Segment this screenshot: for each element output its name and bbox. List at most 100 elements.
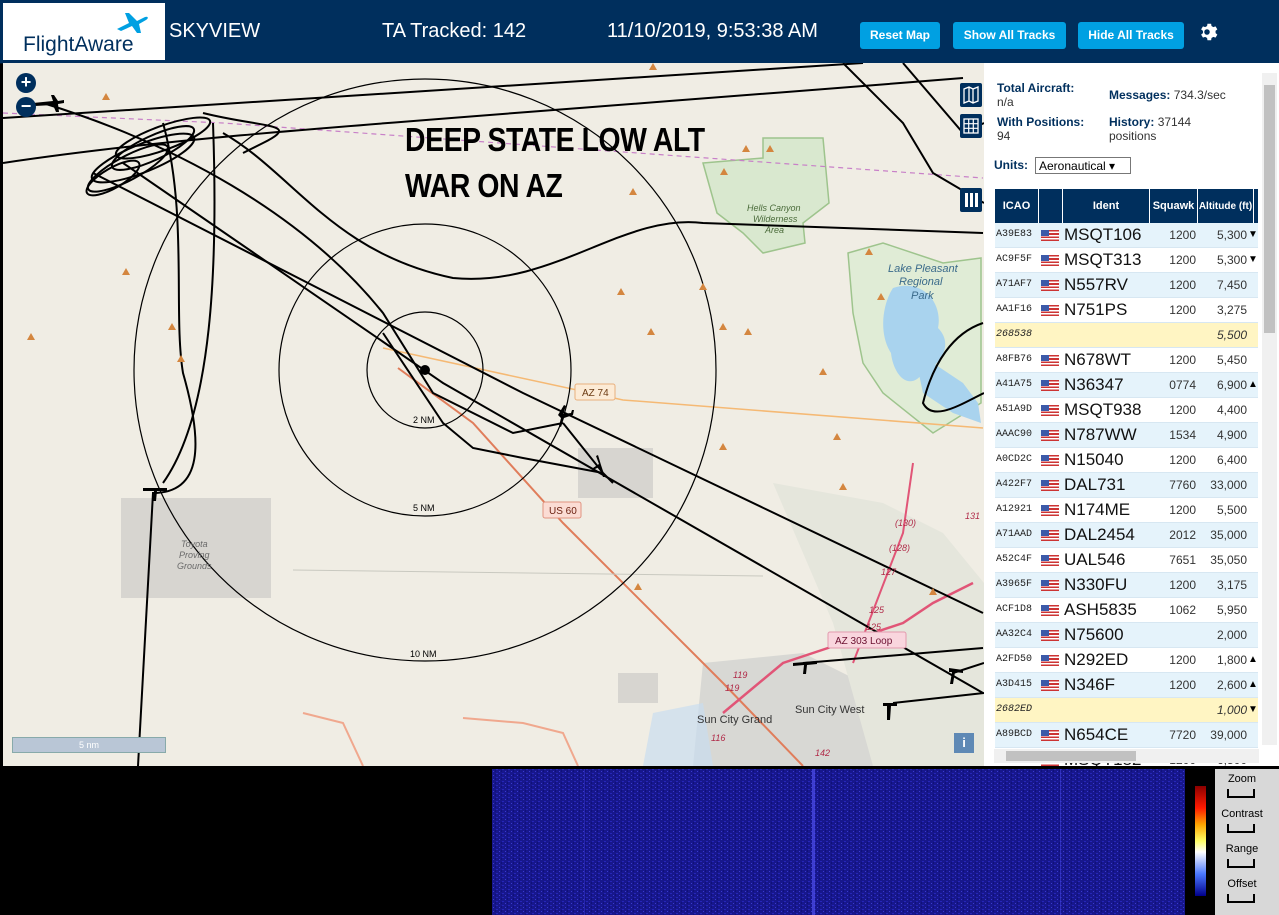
grid-icon[interactable] [960,114,982,138]
table-row[interactable]: A3D415 N346F 1200 2,600 ▲ [995,673,1258,698]
altitude-cell: 7,450 [1216,278,1247,292]
icao-cell: AA1F16 [996,304,1033,315]
icao-cell: A422F7 [996,479,1033,490]
zoom-in-button[interactable]: + [16,73,36,93]
show-all-tracks-button[interactable]: Show All Tracks [953,22,1066,49]
icao-cell: A3D415 [996,679,1033,690]
ident-cell: UAL546 [1064,550,1126,569]
svg-text:Hells Canyon: Hells Canyon [747,203,801,213]
columns-icon[interactable] [960,188,982,212]
us-flag-icon [1041,505,1059,516]
flag-cell [1041,648,1061,672]
range-slider[interactable] [1227,859,1255,868]
icao-cell: A0CD2C [996,454,1033,465]
svg-text:119: 119 [725,683,739,693]
table-row[interactable]: A39E83 MSQT106 1200 5,300 ▼ [995,223,1258,248]
col-flag[interactable] [1039,189,1063,223]
table-row[interactable]: A51A9D MSQT938 1200 4,400 [995,398,1258,423]
svg-text:119: 119 [733,670,747,680]
road-label-az74: AZ 74 [582,388,609,399]
table-row[interactable]: AA1F16 N751PS 1200 3,275 [995,298,1258,323]
reset-map-button[interactable]: Reset Map [860,22,940,49]
ring-label-5nm: 5 NM [413,503,435,513]
altitude-cell: 5,300 [1216,228,1247,242]
gear-icon[interactable] [1196,21,1218,43]
squawk-cell: 1200 [1169,453,1196,467]
squawk-cell: 7720 [1169,728,1196,742]
col-icao[interactable]: ICAO [995,189,1039,223]
flag-cell [1041,248,1061,272]
squawk-cell: 1200 [1169,403,1196,417]
ident-cell: N557RV [1064,275,1128,294]
table-row[interactable]: A3965F N330FU 1200 3,175 [995,573,1258,598]
flag-cell [1041,498,1061,522]
col-altitude[interactable]: Altitude (ft) [1198,189,1254,223]
table-row[interactable]: A422F7 DAL731 7760 33,000 [995,473,1258,498]
altitude-trend-icon [1248,548,1258,572]
vertical-scrollbar[interactable] [1262,73,1277,745]
with-positions-stat: With Positions: 94 [997,115,1085,143]
us-flag-icon [1041,580,1059,591]
squawk-cell: 1200 [1169,653,1196,667]
altitude-cell: 39,000 [1210,728,1247,742]
svg-text:125: 125 [866,622,882,632]
units-select[interactable]: Aeronautical ▾ [1035,157,1131,174]
ident-cell: MSQT313 [1064,250,1142,269]
table-row[interactable]: A89BCD N654CE 7720 39,000 [995,723,1258,748]
messages-stat: Messages: 734.3/sec [1109,88,1226,102]
table-row[interactable]: AC9F5F MSQT313 1200 5,300 ▼ [995,248,1258,273]
table-row[interactable]: AA32C4 N75600 2,000 [995,623,1258,648]
offset-slider[interactable] [1227,894,1255,903]
table-row[interactable]: 268538 5,500 [995,323,1258,348]
svg-text:Lake Pleasant: Lake Pleasant [888,263,959,275]
road-label-az303: AZ 303 Loop [835,636,893,647]
table-row[interactable]: A8FB76 N678WT 1200 5,450 [995,348,1258,373]
table-row[interactable]: A2FD50 N292ED 1200 1,800 ▲ [995,648,1258,673]
icao-cell: AC9F5F [996,254,1033,265]
svg-text:127: 127 [881,567,897,577]
altitude-cell: 5,300 [1216,253,1247,267]
table-row[interactable]: A71AF7 N557RV 1200 7,450 [995,273,1258,298]
icao-cell: A8FB76 [996,354,1033,365]
svg-text:(128): (128) [889,543,910,553]
top-bar: FlightAware SKYVIEW TA Tracked: 142 11/1… [0,0,1279,64]
us-flag-icon [1041,530,1059,541]
spectrum-waterfall[interactable] [460,769,1215,915]
flag-cell [1041,273,1061,297]
altitude-trend-icon [1248,623,1258,647]
table-row[interactable]: A52C4F UAL546 7651 35,050 [995,548,1258,573]
table-row[interactable]: A71AAD DAL2454 2012 35,000 [995,523,1258,548]
icao-cell: AA32C4 [996,629,1033,640]
flightaware-logo[interactable]: FlightAware [3,3,165,60]
ident-cell: N174ME [1064,500,1131,519]
horizontal-scrollbar[interactable] [994,749,1259,763]
road-label-us60: US 60 [549,506,577,517]
overlay-caption-line2: WAR ON AZ [405,167,563,204]
table-row[interactable]: 2682ED 1,000 ▼ [995,698,1258,723]
altitude-cell: 5,500 [1216,328,1247,342]
table-row[interactable]: ACF1D8 ASH5835 1062 5,950 [995,598,1258,623]
icao-cell: 2682ED [996,704,1033,715]
table-row[interactable]: A0CD2C N15040 1200 6,400 [995,448,1258,473]
zoom-slider[interactable] [1227,789,1255,798]
icao-cell: 268538 [996,329,1033,340]
altitude-trend-icon [1248,498,1258,522]
contrast-slider[interactable] [1227,824,1255,833]
icao-cell: A12921 [996,504,1033,515]
map-view[interactable]: 2 NM 5 NM 10 NM AZ 74 US 60 AZ 303 Loop … [3,63,984,766]
map-layers-icon[interactable] [960,83,982,107]
table-row[interactable]: A41A75 N36347 0774 6,900 ▲ [995,373,1258,398]
table-row[interactable]: AAAC90 N787WW 1534 4,900 [995,423,1258,448]
col-ident[interactable]: Ident [1063,189,1150,223]
hide-all-tracks-button[interactable]: Hide All Tracks [1078,22,1184,49]
ident-cell: N36347 [1064,375,1124,394]
terrain-areas [121,137,984,766]
table-row[interactable]: A12921 N174ME 1200 5,500 [995,498,1258,523]
info-button[interactable]: i [954,733,974,753]
zoom-out-button[interactable]: − [16,97,36,117]
altitude-cell: 3,275 [1216,303,1247,317]
col-squawk[interactable]: Squawk [1150,189,1198,223]
flag-cell [1041,373,1061,397]
history-stat: History: 37144 positions [1109,115,1192,143]
waterfall-canvas [492,769,1185,915]
